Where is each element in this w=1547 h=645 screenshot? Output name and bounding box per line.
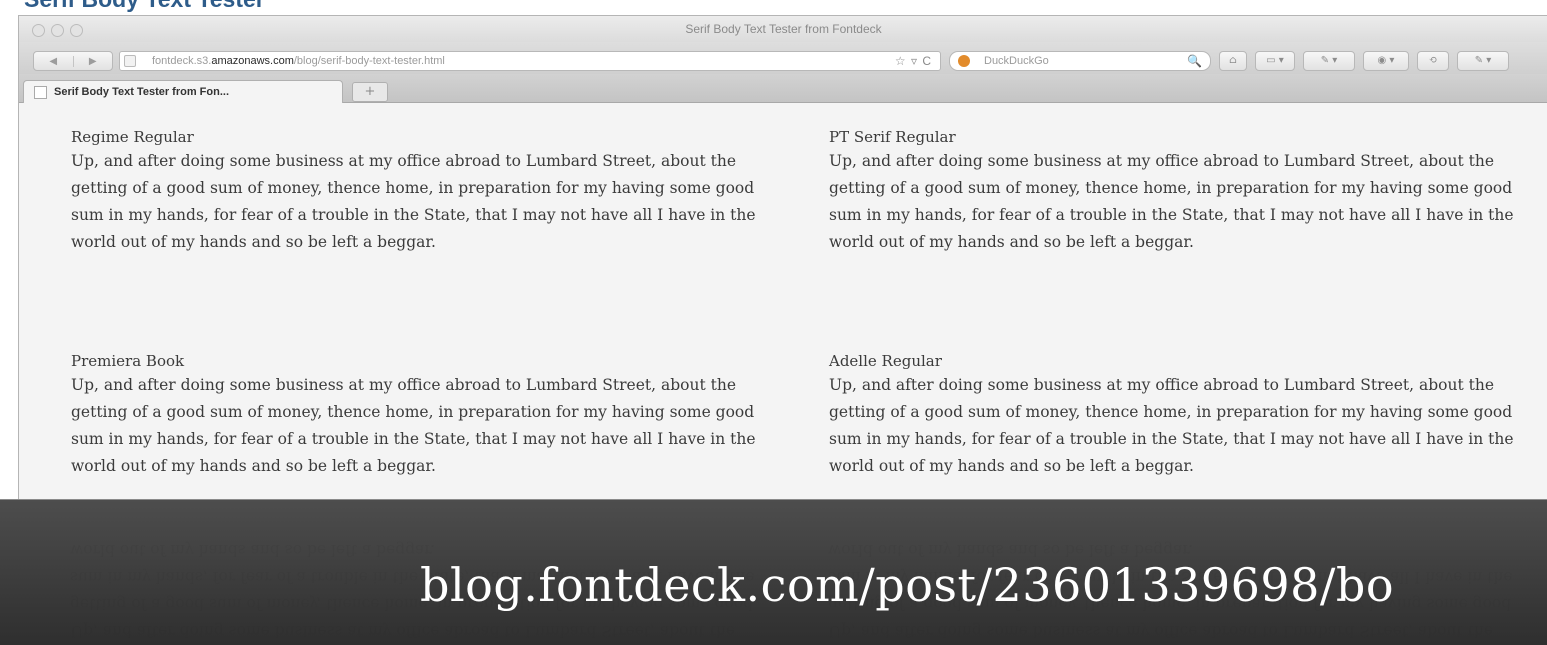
search-icon[interactable]: 🔍 [1187, 52, 1202, 70]
title-bar: Serif Body Text Tester from Fontdeck [19, 16, 1547, 42]
url-bar[interactable]: fontdeck.s3.amazonaws.com/blog/serif-bod… [119, 51, 941, 71]
sample-block: Adelle Regular Up, and after doing some … [829, 350, 1519, 480]
tab-strip: Serif Body Text Tester from Fon... + [19, 74, 1547, 103]
url-actions[interactable]: ☆ ▿ C [895, 52, 932, 70]
sample-text: Up, and after doing some business at my … [829, 376, 1514, 475]
sample-font-name: Adelle Regular [829, 352, 942, 370]
sample-block: PT Serif Regular Up, and after doing som… [829, 126, 1519, 256]
sample-text: Up, and after doing some business at my … [71, 152, 756, 251]
forward-icon[interactable]: ▶ [72, 55, 113, 67]
duckduckgo-icon[interactable] [958, 55, 970, 67]
page-content: Regime Regular Up, and after doing some … [19, 103, 1547, 500]
browser-window: Serif Body Text Tester from Fontdeck ◀ ▶… [18, 15, 1547, 500]
url-text: fontdeck.s3.amazonaws.com/blog/serif-bod… [152, 52, 445, 70]
url-domain: amazonaws.com [211, 55, 294, 67]
tab-page-icon [34, 86, 47, 99]
url-prefix: fontdeck.s3. [152, 55, 212, 67]
sample-font-name: Premiera Book [71, 352, 185, 370]
search-placeholder: DuckDuckGo [984, 55, 1049, 67]
sample-block: Regime Regular Up, and after doing some … [71, 126, 771, 256]
sample-block: Premiera Book Up, and after doing some b… [71, 350, 771, 480]
window-title: Serif Body Text Tester from Fontdeck [685, 22, 882, 36]
tab-serif-body-text-tester[interactable]: Serif Body Text Tester from Fon... [23, 80, 343, 103]
page-favicon-icon [124, 55, 136, 67]
page-heading: Serif Body Text Tester [24, 0, 265, 13]
bookmarks-icon[interactable]: ▭ ▾ [1255, 51, 1295, 71]
back-icon[interactable]: ◀ [34, 56, 73, 67]
sample-font-name: PT Serif Regular [829, 128, 956, 146]
source-url-caption: blog.fontdeck.com/post/23601339698/bo [420, 558, 1395, 612]
addon-icon[interactable]: ◉ ▾ [1363, 51, 1409, 71]
tab-label: Serif Body Text Tester from Fon... [54, 86, 230, 98]
extension-icon[interactable]: ✎ ▾ [1457, 51, 1509, 71]
new-tab-button[interactable]: + [352, 82, 388, 102]
search-bar[interactable]: DuckDuckGo 🔍 [949, 51, 1211, 71]
home-icon[interactable]: ⌂ [1219, 51, 1247, 71]
navigation-toolbar: ◀ ▶ fontdeck.s3.amazonaws.com/blog/serif… [19, 42, 1547, 74]
sample-text: Up, and after doing some business at my … [829, 152, 1514, 251]
sample-font-name: Regime Regular [71, 128, 194, 146]
back-forward-buttons: ◀ ▶ [33, 51, 113, 71]
sync-icon[interactable]: ⟲ [1417, 51, 1449, 71]
url-path: /blog/serif-body-text-tester.html [293, 55, 445, 67]
sample-text: Up, and after doing some business at my … [71, 376, 756, 475]
pen-tool-icon[interactable]: ✎ ▾ [1303, 51, 1355, 71]
